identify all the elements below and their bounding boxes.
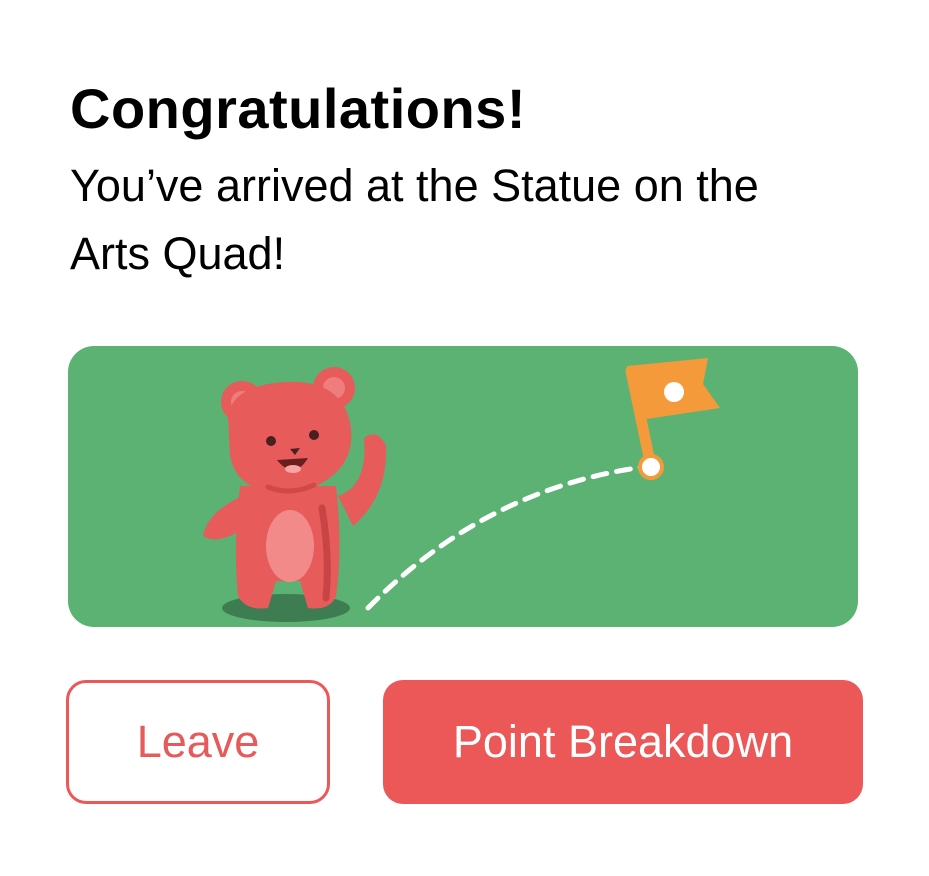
arrival-illustration-graphic	[68, 346, 858, 627]
point-breakdown-button[interactable]: Point Breakdown	[383, 680, 863, 804]
arrival-illustration	[68, 346, 858, 627]
leave-button-label: Leave	[136, 716, 260, 767]
point-breakdown-button-label: Point Breakdown	[452, 716, 794, 767]
arrival-message: You’ve arrived at the Statue on the Arts…	[70, 160, 759, 279]
leave-button[interactable]: Leave	[66, 680, 330, 804]
page-title: Congratulations!	[70, 77, 526, 140]
